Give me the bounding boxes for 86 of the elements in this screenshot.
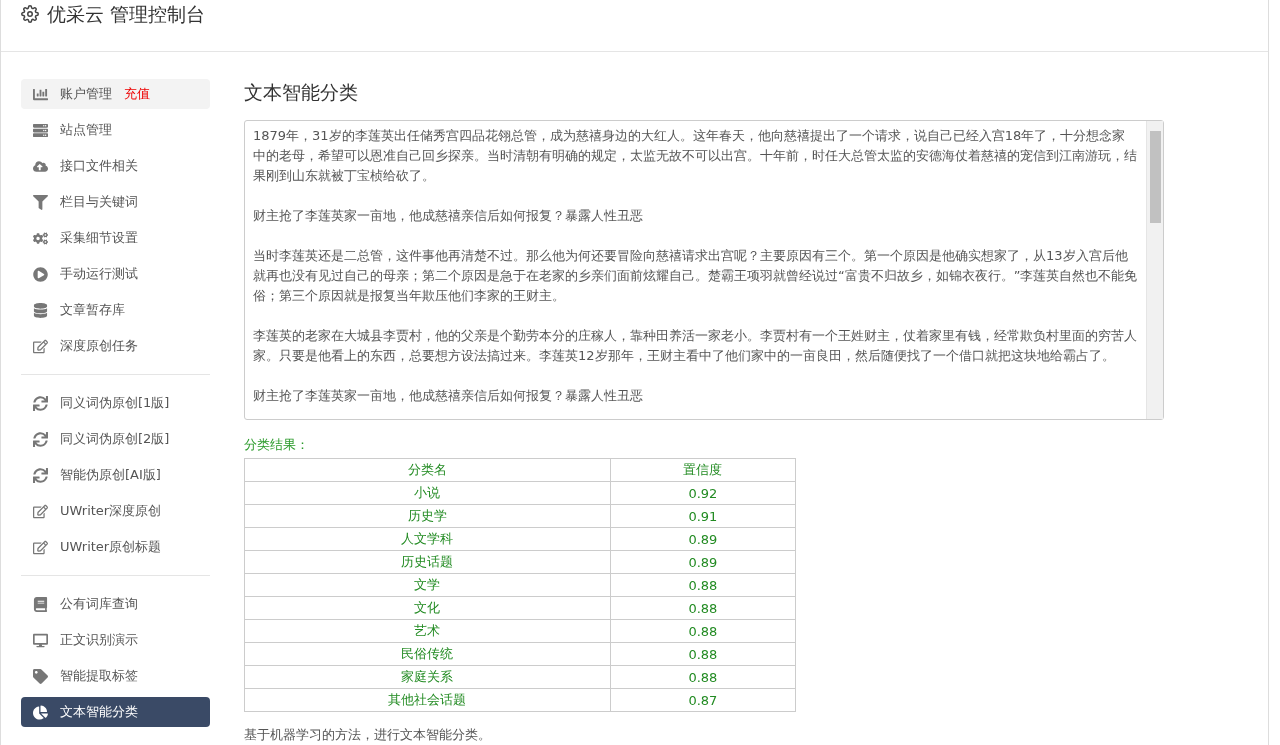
table-cell: 0.88: [610, 573, 796, 597]
paragraph: 财主抢了李莲英家一亩地，他成慈禧亲信后如何报复？暴露人性丑恶: [253, 387, 644, 405]
sidebar-item[interactable]: 深度原创任务: [21, 331, 210, 361]
sidebar-item[interactable]: 采集细节设置: [21, 223, 210, 253]
table-cell: 0.92: [610, 481, 796, 505]
pie-chart-icon: [33, 704, 48, 720]
table-cell: 0.89: [610, 550, 796, 574]
item-label: 采集细节设置: [60, 229, 138, 247]
item-label: 智能提取标签: [60, 667, 138, 685]
table-cell: 民俗传统: [244, 642, 611, 666]
cloud-upload-icon: [33, 158, 48, 174]
sidebar-item[interactable]: 同义词伪原创[2版]: [21, 424, 210, 454]
table-cell: 其他社会话题: [244, 688, 611, 712]
item-label: 站点管理: [60, 121, 112, 139]
table-cell: 0.88: [610, 619, 796, 643]
database-icon: [33, 302, 48, 318]
play-icon: [33, 266, 48, 282]
table-cell: 文学: [244, 573, 611, 597]
item-label: UWriter原创标题: [60, 538, 162, 556]
paragraph: 财主抢了李莲英家一亩地，他成慈禧亲信后如何报复？暴露人性丑恶: [253, 207, 644, 225]
table-cell: 0.87: [610, 688, 796, 712]
refresh-icon: [33, 431, 48, 447]
item-label: 正文识别演示: [60, 631, 138, 649]
sidebar-item[interactable]: UWriter原创标题: [21, 532, 210, 562]
table-cell: 艺术: [244, 619, 611, 643]
sidebar-item[interactable]: 智能提取标签: [21, 661, 210, 691]
column-header: 分类名: [244, 458, 611, 482]
sidebar-item[interactable]: 正文识别演示: [21, 625, 210, 655]
book-icon: [33, 596, 48, 612]
refresh-icon: [33, 467, 48, 483]
text-input[interactable]: [244, 120, 1164, 420]
sidebar-item[interactable]: 智能伪原创[AI版]: [21, 460, 210, 490]
edit-icon: [33, 539, 48, 555]
sidebar-item[interactable]: 手动运行测试: [21, 259, 210, 289]
item-label: UWriter深度原创: [60, 502, 162, 520]
table-cell: 家庭关系: [244, 665, 611, 689]
sidebar-item[interactable]: 站点管理: [21, 115, 210, 145]
sidebar-item[interactable]: 文本智能分类: [21, 697, 210, 727]
table-cell: 历史话题: [244, 550, 611, 574]
sidebar-item[interactable]: 同义词伪原创[1版]: [21, 388, 210, 418]
item-label: 手动运行测试: [60, 265, 138, 283]
column-header: 置信度: [610, 458, 796, 482]
tag-icon: [33, 668, 48, 684]
edit-icon: [33, 503, 48, 519]
table-cell: 0.91: [610, 504, 796, 528]
console-title: 优采云 管理控制台: [47, 2, 206, 26]
item-label: 智能伪原创[AI版]: [60, 466, 161, 484]
server-icon: [33, 122, 48, 138]
edit-icon: [33, 338, 48, 354]
sidebar-item[interactable]: 栏目与关键词: [21, 187, 210, 217]
scrollbar[interactable]: [1146, 121, 1163, 419]
paragraph: 当时李莲英还是二总管，这件事他再清楚不过。那么他为何还要冒险向慈禧请求出宫呢？主要原因有三个。第一个原因是他确实想家了，从13岁入宫后他就再也没有见过自己的母亲；第二个原因是急于在老家的乡亲们面前炫耀自己。楚霸王项羽就曾经说过“富贵不归故乡，如锦衣夜行。”李莲英自然也不能免俗；第三个原因就是报复当年欺压他们李家的王财主。: [253, 247, 1138, 305]
result-label: 分类结果：: [244, 436, 310, 454]
recharge-link[interactable]: 充值: [124, 85, 150, 103]
item-label: 文章暂存库: [60, 301, 125, 319]
table-cell: 人文学科: [244, 527, 611, 551]
sidebar-item[interactable]: 公有词库查询: [21, 589, 210, 619]
refresh-icon: [33, 395, 48, 411]
table-cell: 小说: [244, 481, 611, 505]
sidebar-item[interactable]: 账户管理 充值: [21, 79, 210, 109]
sidebar-item[interactable]: UWriter深度原创: [21, 496, 210, 526]
table-cell: 0.88: [610, 596, 796, 620]
table-cell: 0.88: [610, 642, 796, 666]
bar-chart-icon: [33, 86, 48, 102]
filter-icon: [33, 194, 48, 210]
item-label: 接口文件相关: [60, 157, 138, 175]
item-label: 同义词伪原创[1版]: [60, 394, 170, 412]
sidebar-item[interactable]: 接口文件相关: [21, 151, 210, 181]
sidebar-item[interactable]: 文章暂存库: [21, 295, 210, 325]
settings-icon: [21, 5, 39, 23]
monitor-icon: [33, 632, 48, 648]
item-label: 深度原创任务: [60, 337, 138, 355]
paragraph: 1879年，31岁的李莲英出任储秀宫四品花翎总管，成为慈禧身边的大红人。这年春天，他向慈禧提出了一个请求，说自己已经入宫18年了，十分想念家中的老母，希望可以恩准自己回乡探亲。当时清朝有明确的规定，太监无故不可以出宫。十年前，时任大总管太监的安德海仗着慈禧的宠信到江南游玩，结果刚到山东就被丁宝桢给砍了。: [253, 127, 1138, 185]
item-label: 同义词伪原创[2版]: [60, 430, 170, 448]
table-cell: 0.88: [610, 665, 796, 689]
item-label: 公有词库查询: [60, 595, 138, 613]
table-cell: 历史学: [244, 504, 611, 528]
paragraph: 李莲英的老家在大城县李贾村，他的父亲是个勤劳本分的庄稼人，靠种田养活一家老小。李贾村有一个王姓财主，仗着家里有钱，经常欺负村里面的穷苦人家。只要是他看上的东西，总要想方设法搞过来。李莲英12岁那年，王财主看中了他们家中的一亩良田，然后随便找了一个借口就把这块地给霸占了。: [253, 327, 1138, 365]
footnote: 基于机器学习的方法，进行文本智能分类。: [244, 726, 492, 744]
table-cell: 0.89: [610, 527, 796, 551]
item-label: 账户管理: [60, 85, 112, 103]
page-title: 文本智能分类: [244, 80, 359, 105]
item-label: 文本智能分类: [60, 703, 138, 721]
gears-icon: [33, 230, 48, 246]
item-label: 栏目与关键词: [60, 193, 138, 211]
table-cell: 文化: [244, 596, 611, 620]
